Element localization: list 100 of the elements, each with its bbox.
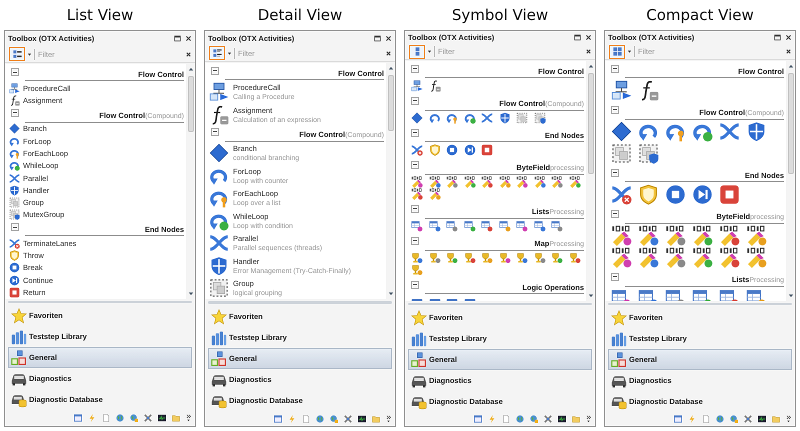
loop-key-icon[interactable] xyxy=(446,112,458,124)
tools-icon[interactable] xyxy=(344,414,352,423)
bytefield-icon[interactable] xyxy=(411,176,423,188)
close-icon[interactable] xyxy=(585,34,592,42)
overflow-chevron-icon[interactable] xyxy=(186,414,191,422)
bytefield-icon[interactable] xyxy=(568,176,580,188)
caret-icon[interactable] xyxy=(27,52,32,57)
tools-icon[interactable] xyxy=(744,415,752,424)
overflow-chevron-icon[interactable] xyxy=(786,415,791,424)
trophy-icon[interactable] xyxy=(411,252,423,264)
collapse-toggle[interactable] xyxy=(611,272,619,281)
stop-circle-icon[interactable] xyxy=(665,184,686,205)
bytefield-icon[interactable] xyxy=(746,246,767,268)
page-icon[interactable] xyxy=(302,414,310,423)
window-icon[interactable] xyxy=(674,415,682,424)
globe-lock-icon[interactable] xyxy=(330,414,338,423)
bytefield-icon[interactable] xyxy=(446,176,458,188)
skip-circle-icon[interactable] xyxy=(692,184,713,205)
group-shield-icon[interactable] xyxy=(638,142,659,164)
list-table-icon[interactable] xyxy=(551,220,563,232)
list-table-icon[interactable] xyxy=(534,220,546,232)
crossed-arrows-icon[interactable] xyxy=(481,112,493,124)
loop-arrow-icon[interactable] xyxy=(428,112,440,124)
stop-circle-icon[interactable] xyxy=(446,144,458,156)
globe-icon[interactable] xyxy=(316,414,324,423)
trophy-icon[interactable] xyxy=(446,252,458,264)
list-table-icon[interactable] xyxy=(481,220,493,232)
restore-icon[interactable] xyxy=(774,34,781,42)
window-icon[interactable] xyxy=(74,414,82,422)
bytefield-icon[interactable] xyxy=(638,224,659,246)
collapse-toggle[interactable] xyxy=(411,64,419,73)
globe-lock-icon[interactable] xyxy=(730,415,738,424)
trophy-icon[interactable] xyxy=(498,252,510,264)
bytefield-icon[interactable] xyxy=(638,246,659,268)
bytefield-icon[interactable] xyxy=(692,246,713,268)
window-icon[interactable] xyxy=(474,415,482,424)
scroll-up-icon[interactable] xyxy=(388,64,394,71)
trophy-icon[interactable] xyxy=(568,252,580,264)
scroll-up-icon[interactable] xyxy=(588,62,594,69)
trophy-icon[interactable] xyxy=(428,252,440,264)
restore-icon[interactable] xyxy=(174,35,181,42)
page-icon[interactable] xyxy=(102,414,110,422)
overflow-chevron-icon[interactable] xyxy=(586,415,591,424)
close-icon[interactable] xyxy=(785,34,792,42)
monitor-icon[interactable] xyxy=(558,415,566,424)
scrollbar[interactable] xyxy=(586,60,595,301)
trophy-icon[interactable] xyxy=(481,252,493,264)
close-icon[interactable] xyxy=(185,35,192,42)
collapse-toggle[interactable] xyxy=(211,66,219,75)
collapse-toggle[interactable] xyxy=(211,128,219,136)
trophy-icon[interactable] xyxy=(551,252,563,264)
collapse-toggle[interactable] xyxy=(411,204,419,213)
collapse-toggle[interactable] xyxy=(11,68,19,76)
trophy-icon[interactable] xyxy=(464,252,476,264)
monitor-icon[interactable] xyxy=(158,414,166,422)
overflow-chevron-icon[interactable] xyxy=(386,414,391,423)
view-mode-button[interactable] xyxy=(209,46,225,60)
collapse-toggle[interactable] xyxy=(611,210,619,218)
bytefield-icon[interactable] xyxy=(692,224,713,246)
trophy-icon[interactable] xyxy=(516,252,528,264)
scroll-down-icon[interactable] xyxy=(788,292,794,299)
bytefield-icon[interactable] xyxy=(464,176,476,188)
diamond-icon[interactable] xyxy=(411,112,423,124)
window-icon[interactable] xyxy=(274,414,282,423)
scrollbar[interactable] xyxy=(386,62,395,300)
page-icon[interactable] xyxy=(502,415,510,424)
scrollbar[interactable] xyxy=(786,60,795,301)
group-frame-icon[interactable] xyxy=(516,112,528,124)
collapse-toggle[interactable] xyxy=(411,160,419,169)
group-shield-icon[interactable] xyxy=(534,112,546,124)
collapse-toggle[interactable] xyxy=(611,106,619,114)
bytefield-icon[interactable] xyxy=(481,176,493,188)
list-table-icon[interactable] xyxy=(498,220,510,232)
scroll-down-icon[interactable] xyxy=(188,290,194,297)
bytefield-icon[interactable] xyxy=(551,176,563,188)
view-mode-button[interactable] xyxy=(9,47,25,62)
collapse-toggle[interactable] xyxy=(411,236,419,245)
scrollbar[interactable] xyxy=(186,64,195,299)
caret-icon[interactable] xyxy=(627,49,632,54)
bytefield-icon[interactable] xyxy=(516,176,528,188)
close-icon[interactable] xyxy=(385,34,392,42)
caret-icon[interactable] xyxy=(427,49,432,54)
clear-icon[interactable] xyxy=(785,48,792,56)
list-table-icon[interactable] xyxy=(464,220,476,232)
globe-icon[interactable] xyxy=(716,415,724,424)
flowchart-icon[interactable] xyxy=(611,80,632,101)
collapse-toggle[interactable] xyxy=(411,280,419,289)
page-icon[interactable] xyxy=(702,415,710,424)
scroll-up-icon[interactable] xyxy=(788,62,794,69)
shield-outline-icon[interactable] xyxy=(638,184,659,205)
list-table-icon[interactable] xyxy=(516,220,528,232)
bytefield-icon[interactable] xyxy=(719,246,740,268)
group-frame-icon[interactable] xyxy=(611,142,632,164)
restore-icon[interactable] xyxy=(574,34,581,42)
flowchart-icon[interactable] xyxy=(411,80,423,92)
collapse-toggle[interactable] xyxy=(611,168,619,177)
trophy-icon[interactable] xyxy=(411,264,423,276)
globe-lock-icon[interactable] xyxy=(530,415,538,424)
bytefield-icon[interactable] xyxy=(534,176,546,188)
shield-icon[interactable] xyxy=(746,120,767,142)
